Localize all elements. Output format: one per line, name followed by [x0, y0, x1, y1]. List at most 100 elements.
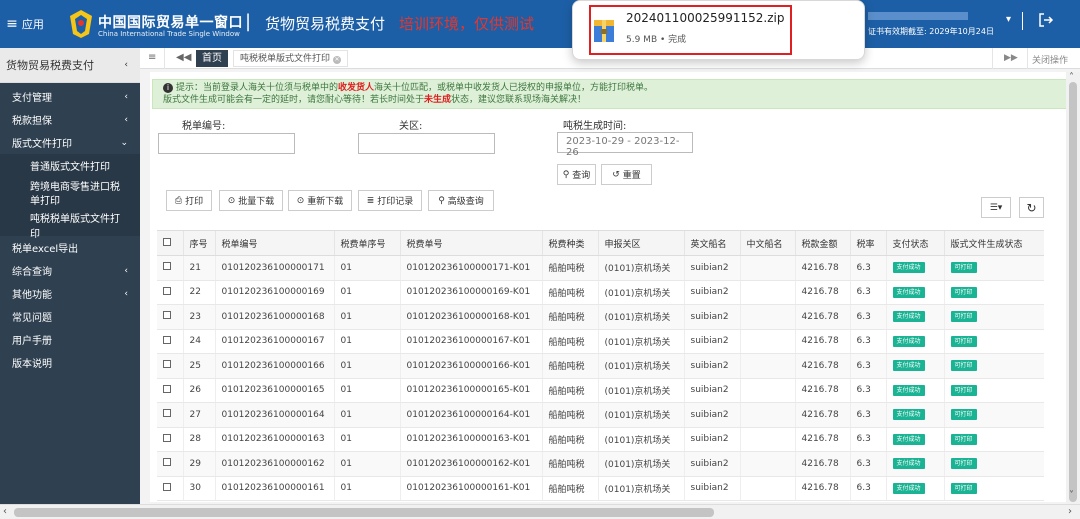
select-all-cell[interactable] — [157, 230, 183, 256]
tab-scroll-left-icon[interactable]: ◀◀ — [176, 52, 191, 63]
tab-divider — [992, 48, 993, 69]
row-select-cell[interactable] — [157, 451, 183, 477]
vertical-scrollbar[interactable]: ˄ ˅ — [1066, 72, 1080, 504]
row-select-cell[interactable] — [157, 402, 183, 428]
table-cell: 支付成功 — [885, 476, 944, 501]
close-ops-menu[interactable]: 关闭操作 — [1032, 53, 1068, 66]
print-log-button[interactable]: ≣ 打印记录 — [358, 190, 422, 211]
table-cell: 船舶吨税 — [541, 353, 598, 379]
table-row[interactable]: 28 010120236100000163 01 010120236100000163… — [157, 427, 1044, 452]
tab-scroll-right-icon[interactable]: ▶▶ — [1004, 53, 1018, 63]
sidebar-item-query[interactable]: 综合查询 ‹ — [0, 259, 140, 282]
sidebar-item-payment[interactable]: 支付管理 ‹ — [0, 85, 140, 108]
print-status-badge: 可打印 — [950, 262, 977, 274]
row-checkbox[interactable] — [163, 482, 171, 491]
app-menu-button[interactable]: ≡ 应用 — [0, 0, 50, 48]
user-menu-caret[interactable]: ▾ — [1006, 14, 1011, 25]
row-checkbox[interactable] — [163, 384, 171, 393]
sidebar-item-faq[interactable]: 常见问题 — [0, 305, 140, 328]
vertical-scroll-thumb[interactable] — [1069, 82, 1077, 502]
table-row[interactable]: 22 010120236100000169 01 010120236100000169… — [157, 280, 1044, 305]
sidebar-item-version[interactable]: 版本说明 — [0, 351, 140, 374]
row-select-cell[interactable] — [157, 329, 183, 354]
table-row[interactable]: 29 010120236100000162 01 010120236100000162… — [157, 451, 1044, 477]
row-checkbox[interactable] — [163, 433, 171, 442]
table-row[interactable]: 23 010120236100000168 01 010120236100000168… — [157, 304, 1044, 330]
table-row[interactable]: 27 010120236100000164 01 010120236100000164… — [157, 402, 1044, 428]
table-cell: 010120236100000164 — [214, 402, 334, 428]
reset-button[interactable]: ↺ 重置 — [601, 164, 652, 185]
table-cell: (0101)京机场关 — [597, 329, 684, 354]
payment-status-badge: 支付成功 — [892, 409, 925, 421]
table-cell — [739, 329, 795, 354]
row-select-cell[interactable] — [157, 353, 183, 379]
table-row[interactable]: 21 010120236100000171 01 010120236100000171… — [157, 255, 1044, 281]
table-row[interactable]: 24 010120236100000167 01 010120236100000167… — [157, 329, 1044, 354]
redownload-button[interactable]: ⊙ 重新下载 — [288, 190, 352, 211]
close-icon[interactable]: ✕ — [333, 56, 342, 64]
sidebar-item-format-print[interactable]: 版式文件打印 ⌄ — [0, 131, 140, 154]
hamburger-icon[interactable]: ≡ — [148, 52, 156, 63]
row-select-cell[interactable] — [157, 378, 183, 403]
table-cell: 01 — [333, 353, 400, 379]
reset-label: 重置 — [622, 171, 641, 181]
tax-no-input[interactable] — [158, 133, 295, 154]
row-checkbox[interactable] — [163, 335, 171, 344]
table-cell: (0101)京机场关 — [597, 451, 684, 477]
column-header: 申报关区 — [597, 230, 684, 256]
sidebar-item-manual[interactable]: 用户手册 — [0, 328, 140, 351]
sidebar-item-normal-print[interactable]: 普通版式文件打印 — [0, 154, 140, 177]
row-checkbox[interactable] — [163, 311, 171, 320]
batch-download-button[interactable]: ⊙ 批量下载 — [219, 190, 283, 211]
download-popup[interactable]: 20240110002599115​2.zip 5.9 MB • 完成 — [572, 0, 865, 60]
print-status-badge: 可打印 — [950, 286, 977, 298]
tab-tonnage-print[interactable]: 吨税税单版式文件打印 ✕ — [233, 50, 349, 67]
download-filename[interactable]: 20240110002599115​2.zip — [626, 11, 785, 25]
row-checkbox[interactable] — [163, 262, 171, 271]
columns-toggle-button[interactable]: ☰▾ — [981, 197, 1011, 218]
date-range-input[interactable]: 2023-10-29 - 2023-12-26 — [557, 132, 693, 158]
table-row[interactable]: 25 010120236100000166 01 010120236100000166… — [157, 353, 1044, 379]
table-cell: 可打印 — [943, 476, 1044, 501]
table-cell — [739, 255, 795, 281]
tab-home[interactable]: 首页 — [196, 50, 228, 67]
scroll-right-icon[interactable]: › — [1068, 506, 1072, 517]
print-status-badge: 可打印 — [950, 335, 977, 347]
row-select-cell[interactable] — [157, 304, 183, 330]
sidebar-header[interactable]: 货物贸易税费支付 ‹ — [0, 48, 140, 83]
row-select-cell[interactable] — [157, 476, 183, 501]
sidebar-item-other[interactable]: 其他功能 ‹ — [0, 282, 140, 305]
select-all-checkbox[interactable] — [163, 237, 171, 246]
table-cell: 01 — [333, 304, 400, 330]
sidebar-item-guarantee[interactable]: 税款担保 ‹ — [0, 108, 140, 131]
refresh-button[interactable]: ↻ — [1019, 197, 1044, 218]
table-row[interactable]: 30 010120236100000161 01 010120236100000161… — [157, 476, 1044, 501]
notice-line-2: 版式文件生成可能会有一定的延时，请您耐心等待！若长时间处于未生成状态，建议您联系… — [163, 94, 1066, 106]
table-row[interactable]: 26 010120236100000165 01 010120236100000165… — [157, 378, 1044, 403]
scroll-down-icon[interactable]: ˅ — [1069, 490, 1074, 501]
table-cell — [739, 427, 795, 452]
row-checkbox[interactable] — [163, 360, 171, 369]
sidebar-item-label: 常见问题 — [12, 313, 52, 324]
row-select-cell[interactable] — [157, 280, 183, 305]
query-button[interactable]: ⚲ 查询 — [557, 164, 596, 185]
row-checkbox[interactable] — [163, 409, 171, 418]
customs-input[interactable] — [358, 133, 495, 154]
sidebar-item-tonnage-print[interactable]: 吨税税单版式文件打印 — [0, 213, 140, 240]
row-checkbox[interactable] — [163, 458, 171, 467]
horizontal-scrollbar[interactable]: ‹ › — [0, 504, 1080, 519]
column-header: 支付状态 — [885, 230, 944, 256]
logout-icon[interactable] — [1038, 12, 1054, 28]
table-cell: 010120236100000171-K01 — [399, 255, 542, 281]
advanced-query-button[interactable]: ⚲ 高级查询 — [428, 190, 494, 211]
scroll-left-icon[interactable]: ‹ — [3, 506, 7, 517]
hamburger-icon: ≡ — [6, 16, 18, 32]
horizontal-scroll-thumb[interactable] — [14, 508, 714, 517]
row-select-cell[interactable] — [157, 255, 183, 281]
table-cell: 26 — [182, 378, 215, 403]
row-select-cell[interactable] — [157, 427, 183, 452]
print-button[interactable]: ⎙ 打印 — [166, 190, 212, 211]
sidebar-item-crossborder-print[interactable]: 跨境电商零售进口税单打印 — [0, 177, 140, 213]
row-checkbox[interactable] — [163, 286, 171, 295]
table-cell: 27 — [182, 402, 215, 428]
